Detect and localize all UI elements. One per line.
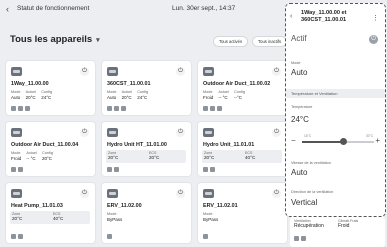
fan-speed-label: Vitesse de la ventilation (291, 161, 331, 165)
power-icon[interactable]: ⏻ (176, 189, 185, 198)
air-direction-label: Direction de la ventilation (291, 190, 334, 194)
device-icon (203, 189, 214, 198)
device-name: Outdoor Air Duct_11.00.02 (203, 81, 271, 87)
more-vertical-icon[interactable]: ⋮ (372, 14, 379, 22)
state-label: Actif (291, 34, 307, 43)
power-icon[interactable]: ⏻ (176, 67, 185, 76)
slider-min: 16°C (304, 134, 312, 138)
feature-icons (203, 167, 215, 172)
device-info: Mode Auto Actuel 20°C Config 24°C (11, 90, 53, 100)
feature-icons (107, 106, 126, 111)
device-name: 1Way_11.00.00 (11, 81, 49, 87)
device-info: Zone 20°C ECS 40°C (10, 211, 90, 224)
device-icon (107, 67, 118, 76)
power-icon[interactable]: ⏻ (80, 128, 89, 137)
power-icon[interactable]: ⏻ (80, 67, 89, 76)
temperature-label: Température (291, 105, 313, 109)
mode-label: Mode (291, 61, 301, 65)
device-card[interactable]: ⏻ ERV_11.02.00 Mode ByPass (101, 182, 192, 244)
fan-speed-select[interactable]: Auto (291, 168, 307, 177)
device-card[interactable]: ⏻ Outdoor Air Duct_11.00.04 Mode Froid Ac… (5, 121, 96, 177)
device-icon (107, 189, 118, 198)
minus-icon[interactable]: − (291, 136, 296, 145)
panel-title: 1Way_11.00.00 et 360CST_11.00.01 (301, 10, 347, 23)
device-info: Mode ByPass (203, 212, 219, 222)
all-on-button[interactable]: Tous activés (213, 36, 249, 47)
feature-icons (294, 236, 306, 241)
device-info: Mode ByPass (107, 212, 123, 222)
power-icon[interactable]: ⏻ (176, 128, 185, 137)
section-header: Température et Ventilation (286, 89, 385, 98)
feature-icons (11, 106, 30, 111)
device-control-panel: ‹ 1Way_11.00.00 et 360CST_11.00.01 ⋮ Acti… (285, 3, 386, 217)
device-icon (203, 128, 214, 137)
datetime: Lun. 30er sept., 14:37 (172, 5, 236, 12)
mode-select[interactable]: Auto (291, 68, 307, 77)
device-card[interactable]: ⏻ Hydro Unit_11.01.01 Zone 20°C ECS 40°C (197, 121, 288, 177)
slider-max: 30°C (366, 134, 374, 138)
device-name: Hydro Unit_11.01.01 (203, 142, 255, 148)
device-name: ERV_11.02.01 (203, 203, 238, 209)
device-name: Hydro Unit HT_11.01.00 (107, 142, 167, 148)
device-name: 360CST_11.00.01 (107, 81, 151, 87)
device-card[interactable]: ⏻ Outdoor Air Duct_11.00.02 Mode Froid Ac… (197, 60, 288, 116)
device-info: Mode Froid Actuel -- °C Config --°C (203, 90, 245, 100)
device-icon (11, 128, 22, 137)
feature-icons (11, 167, 23, 172)
feature-icons (107, 167, 119, 172)
all-off-button[interactable]: Tous inactifs (252, 36, 288, 47)
chevron-left-icon[interactable]: ‹ (6, 3, 9, 15)
temperature-value: 24°C (291, 115, 309, 124)
page-title[interactable]: Tous les appareils ▾ (10, 34, 100, 45)
peek-value-2: Froid (338, 223, 350, 229)
chevron-down-icon: ▾ (94, 37, 100, 44)
chevron-left-icon[interactable]: ‹ (290, 13, 292, 20)
device-info: Zone 20°C ECS 20°C (106, 150, 186, 163)
device-card[interactable]: ⏻ Hydro Unit HT_11.01.00 Zone 20°C ECS 20°… (101, 121, 192, 177)
device-name: Heat Pump_11.01.03 (11, 203, 63, 209)
air-direction-select[interactable]: Vertical (291, 198, 317, 207)
power-icon[interactable]: ⏻ (272, 128, 281, 137)
device-icon (11, 67, 22, 76)
device-card[interactable]: ⏻ ERV_11.02.01 Mode ByPass (197, 182, 288, 244)
temperature-slider-thumb[interactable] (339, 138, 347, 145)
device-icon (203, 67, 214, 76)
device-card[interactable]: ⏻ 1Way_11.00.00 Mode Auto Actuel 20°C Conf… (5, 60, 96, 116)
device-info: Zone 20°C ECS 40°C (202, 150, 282, 163)
feature-icons (11, 234, 23, 239)
device-info: Mode Froid Actuel -- °C Config 20°C (11, 151, 53, 161)
device-name: ERV_11.02.00 (107, 203, 142, 209)
filter-chips: Tous activés Tous inactifs (213, 36, 288, 47)
peek-value-1: Récupération (294, 223, 324, 229)
power-icon[interactable]: ⏻ (272, 189, 281, 198)
feature-icons (107, 234, 112, 239)
power-icon[interactable]: ⏻ (272, 67, 281, 76)
device-info: Mode Auto Actuel 20°C Config 24°C (107, 90, 149, 100)
temperature-slider-fill (302, 141, 344, 143)
device-card-partial[interactable]: Ventilation Climatt Frais Récupération F… (290, 217, 385, 247)
device-card[interactable]: ⏻ Heat Pump_11.01.03 Zone 20°C ECS 40°C (5, 182, 96, 244)
power-icon[interactable]: ⏻ (80, 189, 89, 198)
device-icon (11, 189, 22, 198)
power-button[interactable]: ⏻ (369, 35, 378, 44)
feature-icons (203, 234, 208, 239)
device-card[interactable]: ⏻ 360CST_11.00.01 Mode Auto Actuel 20°C Co… (101, 60, 192, 116)
plus-icon[interactable]: + (375, 136, 380, 145)
device-name: Outdoor Air Duct_11.00.04 (11, 142, 79, 148)
feature-icons (203, 106, 222, 111)
status-label: Statut de fonctionnement (17, 5, 90, 12)
device-icon (107, 128, 118, 137)
